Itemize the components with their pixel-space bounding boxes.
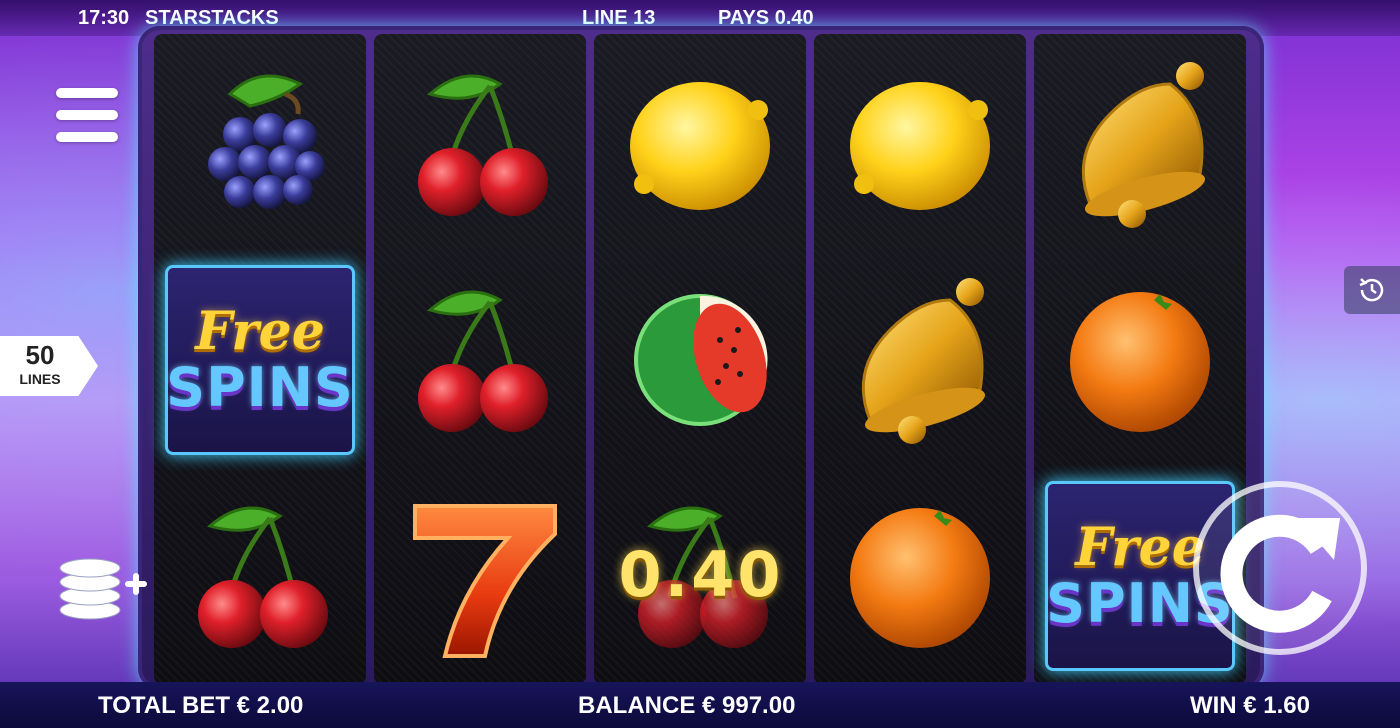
lemon-icon [850, 82, 990, 210]
history-button[interactable] [1344, 266, 1400, 314]
seven-icon [413, 504, 557, 658]
total-bet: TOTAL BET € 2.00 [98, 692, 304, 719]
bell-icon [861, 278, 986, 444]
symbol-cherry [374, 36, 586, 252]
symbol-orange [1034, 252, 1246, 468]
bottom-info-bar: TOTAL BET € 2.00 BALANCE € 997.00 WIN € … [0, 682, 1400, 728]
win-amount: WIN € 1.60 [1189, 692, 1310, 719]
symbol-bell [814, 252, 1026, 468]
lines-count: 50 [25, 340, 55, 370]
spin-icon [1193, 481, 1367, 655]
coins-add-button[interactable] [56, 548, 148, 622]
reel-1: Free SPINS [154, 34, 366, 684]
symbol-lemon [814, 36, 1026, 252]
lines-badge[interactable]: 50 LINES [0, 336, 98, 396]
symbol-cherry [154, 468, 366, 684]
symbol-grapes [154, 36, 366, 252]
clock: 17:30 [78, 7, 130, 29]
symbol-watermelon [594, 252, 806, 468]
symbol-lemon [594, 36, 806, 252]
lemon-icon [630, 82, 770, 210]
watermelon-icon [634, 294, 768, 426]
balance: BALANCE € 997.00 [578, 692, 796, 719]
history-icon [1359, 278, 1384, 302]
symbol-cherry [374, 252, 586, 468]
grapes-icon [208, 74, 325, 209]
menu-icon[interactable] [56, 88, 118, 146]
free-spins-label-free: Free [1075, 517, 1205, 578]
reel-2 [374, 34, 586, 684]
line-win-amount: 0.40 [618, 538, 784, 611]
cherry-icon [198, 506, 328, 648]
symbol-bell [1034, 36, 1246, 252]
spin-button[interactable] [1190, 478, 1370, 658]
lines-label: LINES [19, 371, 61, 387]
cherry-icon [418, 290, 548, 432]
cherry-icon [418, 74, 548, 216]
coins-add-icon [59, 558, 147, 620]
orange-icon [850, 508, 990, 648]
symbol-orange [814, 468, 1026, 684]
free-spins-label-free: Free [195, 301, 325, 362]
orange-icon [1070, 292, 1210, 432]
bell-icon [1081, 62, 1206, 228]
free-spins-tile: Free SPINS [165, 265, 355, 455]
symbol-seven [374, 468, 586, 684]
symbol-free-spins: Free SPINS [154, 252, 366, 468]
free-spins-label-spins: SPINS [166, 356, 354, 419]
reel-4 [814, 34, 1026, 684]
